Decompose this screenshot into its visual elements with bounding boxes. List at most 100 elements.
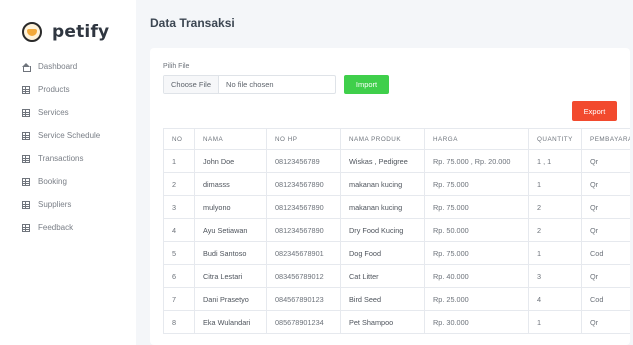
cell-price: Rp. 50.000	[424, 218, 529, 242]
table-header-row: NO NAMA NO HP NAMA PRODUK HARGA QUANTITY…	[163, 128, 630, 150]
cell-price: Rp. 30.000	[424, 310, 529, 334]
sidebar-item-label: Transactions	[38, 154, 84, 163]
cell-name: dimasss	[194, 172, 267, 196]
cell-product: makanan kucing	[340, 172, 425, 196]
table-icon	[22, 85, 30, 94]
column-header: NAMA PRODUK	[340, 128, 425, 150]
choose-file-button[interactable]: Choose File	[164, 76, 220, 93]
column-header: NO HP	[266, 128, 341, 150]
cell-quantity: 1	[528, 241, 582, 265]
import-button[interactable]: Import	[344, 75, 389, 94]
cell-product: Bird Seed	[340, 287, 425, 311]
cell-phone: 081234567890	[266, 218, 341, 242]
cell-name: Eka Wulandari	[194, 310, 267, 334]
sidebar-item-label: Products	[38, 85, 70, 94]
brand-name: petify	[52, 22, 110, 42]
cell-price: Rp. 75.000	[424, 195, 529, 219]
transactions-table: NO NAMA NO HP NAMA PRODUK HARGA QUANTITY…	[163, 128, 630, 334]
sidebar-item-label: Booking	[38, 177, 67, 186]
column-header: NO	[163, 128, 195, 150]
cell-quantity: 2	[528, 195, 582, 219]
table-row: 6 Citra Lestari 083456789012 Cat Litter Rp. …	[163, 264, 630, 288]
cell-payment: Cod	[581, 287, 630, 311]
cell-name: John Doe	[194, 149, 267, 173]
cell-phone: 08123456789	[266, 149, 341, 173]
cell-payment: Qr	[581, 218, 630, 242]
cell-product: Pet Shampoo	[340, 310, 425, 334]
cell-quantity: 1	[528, 172, 582, 196]
cell-price: Rp. 75.000	[424, 241, 529, 265]
cell-no: 6	[163, 264, 195, 288]
table-icon	[22, 154, 30, 163]
sidebar-item-label: Dashboard	[38, 62, 78, 71]
cell-price: Rp. 40.000	[424, 264, 529, 288]
cell-product: makanan kucing	[340, 195, 425, 219]
file-label: Pilih File	[163, 63, 190, 70]
cell-no: 5	[163, 241, 195, 265]
sidebar-item-label: Services	[38, 108, 69, 117]
sidebar-item-service-schedule[interactable]: Service Schedule	[22, 124, 134, 147]
cell-product: Cat Litter	[340, 264, 425, 288]
cell-payment: Qr	[581, 195, 630, 219]
table-icon	[22, 223, 30, 232]
cell-phone: 084567890123	[266, 287, 341, 311]
table-row: 1 John Doe 08123456789 Wiskas , Pedigree Rp.…	[163, 149, 630, 173]
cell-payment: Qr	[581, 172, 630, 196]
cell-product: Wiskas , Pedigree	[340, 149, 425, 173]
cell-phone: 085678901234	[266, 310, 341, 334]
table-row: 3 mulyono 081234567890 makanan kucing Rp. 75…	[163, 195, 630, 219]
cell-quantity: 1 , 1	[528, 149, 582, 173]
column-header: PEMBAYARAN	[581, 128, 630, 150]
cell-product: Dog Food	[340, 241, 425, 265]
sidebar-item-products[interactable]: Products	[22, 78, 134, 101]
cell-name: Ayu Setiawan	[194, 218, 267, 242]
sidebar-item-dashboard[interactable]: Dashboard	[22, 55, 134, 78]
export-button[interactable]: Export	[572, 101, 617, 121]
cell-price: Rp. 75.000 , Rp. 20.000	[424, 149, 529, 173]
cell-quantity: 2	[528, 218, 582, 242]
sidebar-item-suppliers[interactable]: Suppliers	[22, 193, 134, 216]
cell-payment: Qr	[581, 310, 630, 334]
cell-price: Rp. 25.000	[424, 287, 529, 311]
transactions-card: Pilih File Choose File No file chosen Im…	[150, 48, 630, 345]
cell-payment: Cod	[581, 241, 630, 265]
cell-price: Rp. 75.000	[424, 172, 529, 196]
cell-no: 1	[163, 149, 195, 173]
cell-phone: 081234567890	[266, 195, 341, 219]
cell-payment: Qr	[581, 149, 630, 173]
sidebar-item-feedback[interactable]: Feedback	[22, 216, 134, 239]
sidebar-item-booking[interactable]: Booking	[22, 170, 134, 193]
cell-quantity: 3	[528, 264, 582, 288]
cell-no: 4	[163, 218, 195, 242]
table-row: 4 Ayu Setiawan 081234567890 Dry Food Kucing…	[163, 218, 630, 242]
cell-payment: Qr	[581, 264, 630, 288]
table-row: 8 Eka Wulandari 085678901234 Pet Shampoo Rp.…	[163, 310, 630, 334]
cell-product: Dry Food Kucing	[340, 218, 425, 242]
page-title: Data Transaksi	[150, 16, 235, 30]
cell-quantity: 4	[528, 287, 582, 311]
cell-name: Budi Santoso	[194, 241, 267, 265]
cell-no: 3	[163, 195, 195, 219]
table-row: 7 Dani Prasetyo 084567890123 Bird Seed Rp. 2…	[163, 287, 630, 311]
cell-name: Dani Prasetyo	[194, 287, 267, 311]
cell-name: Citra Lestari	[194, 264, 267, 288]
table-icon	[22, 131, 30, 140]
sidebar-item-services[interactable]: Services	[22, 101, 134, 124]
home-icon	[22, 62, 31, 72]
sidebar-item-transactions[interactable]: Transactions	[22, 147, 134, 170]
table-icon	[22, 177, 30, 186]
sidebar: petify Dashboard Products Services Servi…	[0, 0, 136, 345]
cell-phone: 083456789012	[266, 264, 341, 288]
table-body: 1 John Doe 08123456789 Wiskas , Pedigree Rp.…	[163, 149, 630, 334]
column-header: HARGA	[424, 128, 529, 150]
cell-no: 7	[163, 287, 195, 311]
sidebar-item-label: Service Schedule	[38, 131, 101, 140]
brand[interactable]: petify	[22, 22, 109, 42]
file-input[interactable]: Choose File No file chosen	[163, 75, 336, 94]
cell-no: 2	[163, 172, 195, 196]
column-header: NAMA	[194, 128, 267, 150]
table-row: 5 Budi Santoso 082345678901 Dog Food Rp. 75.…	[163, 241, 630, 265]
sidebar-nav: Dashboard Products Services Service Sche…	[22, 55, 134, 239]
cell-name: mulyono	[194, 195, 267, 219]
transactions-table-container[interactable]: NO NAMA NO HP NAMA PRODUK HARGA QUANTITY…	[163, 128, 630, 345]
